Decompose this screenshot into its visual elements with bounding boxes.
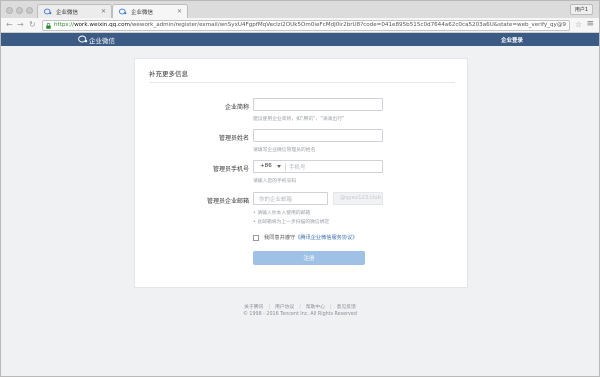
site-header: 企业微信 企业登录 (1, 33, 599, 46)
url-scheme: https:// (54, 22, 75, 28)
tab-close-icon[interactable]: ✕ (177, 8, 182, 15)
admin-name-hint: 请填写企业微信管理员的姓名 (253, 148, 316, 153)
close-window-button[interactable] (6, 7, 13, 14)
admin-name-label: 管理员姓名 (218, 135, 249, 142)
address-bar[interactable]: https://work.weixin.qq.com/wework_admin/… (42, 20, 570, 31)
email-hint-1: • 请输入你本人使用的邮箱 (253, 211, 311, 216)
admin-phone-label: 管理员手机号 (212, 166, 249, 173)
tab-wework-2[interactable]: 企业微信 ✕ (112, 4, 188, 18)
browser-window: 企业微信 ✕ 企业微信 ✕ 用户1 ← → ↻ https://work.wei… (0, 0, 600, 377)
forward-icon[interactable]: → (17, 20, 24, 29)
email-hint-2: • 此邮箱将为上一步扫描的微信绑定 (253, 220, 330, 225)
email-domain-suffix: @qyex123.club (333, 192, 383, 205)
company-name-label: 企业简称 (224, 104, 249, 111)
phone-placeholder: 手机号 (289, 165, 306, 171)
form-title: 补充更多信息 (149, 70, 188, 78)
tab-label: 企业微信 (131, 10, 154, 16)
tab-label: 企业微信 (56, 10, 79, 16)
admin-phone-hint: 请输入您的手机号码 (253, 179, 297, 184)
enterprise-login-link[interactable]: 企业登录 (501, 36, 523, 44)
bookmark-star-icon[interactable]: ☆ (575, 20, 582, 29)
wework-favicon-icon (119, 8, 127, 15)
lock-icon (46, 23, 51, 29)
email-placeholder: 你的企业邮箱 (259, 197, 293, 203)
reload-icon[interactable]: ↻ (29, 20, 36, 29)
divider (149, 82, 455, 83)
url-path: /wework_admin/register/exmail/wnSyxU4Fgp… (129, 22, 566, 28)
admin-email-label: 管理员企业邮箱 (206, 198, 249, 205)
wework-logo-icon (78, 35, 88, 43)
field-separator (285, 163, 286, 171)
brand-name: 企业微信 (89, 37, 115, 45)
agreement-checkbox[interactable] (253, 235, 259, 241)
tab-wework-1[interactable]: 企业微信 ✕ (37, 4, 112, 18)
agreement-text: 我同意并遵守《腾讯企业微信服务协议》 (264, 234, 357, 241)
company-name-input[interactable] (253, 98, 383, 111)
admin-name-input[interactable] (253, 129, 383, 142)
country-code-select[interactable]: +86 (260, 163, 272, 169)
chevron-down-icon[interactable] (277, 165, 281, 168)
tab-close-icon[interactable]: ✕ (101, 8, 106, 15)
footer-link-feedback[interactable]: 意见反馈 (337, 305, 356, 310)
register-button[interactable]: 注册 (253, 251, 365, 265)
registration-card: 补充更多信息 企业简称 建议使用企业简称，如“腾讯”、“滴滴出行” 管理员姓名 … (134, 58, 468, 288)
minimize-window-button[interactable] (16, 7, 23, 14)
footer-link-terms[interactable]: 用户协议 (275, 305, 294, 310)
footer-links: 关于腾讯 | 用户协议 | 帮助中心 | 意见反馈 (244, 305, 356, 310)
maximize-window-button[interactable] (26, 7, 33, 14)
browser-toolbar: ← → ↻ https://work.weixin.qq.com/wework_… (1, 18, 599, 33)
url-host: work.weixin.qq.com (74, 22, 130, 28)
browser-menu-icon[interactable]: ≡ (586, 19, 594, 29)
admin-phone-input[interactable]: +86 手机号 (253, 160, 383, 173)
wework-favicon-icon (44, 8, 52, 15)
footer-link-help[interactable]: 帮助中心 (306, 305, 325, 310)
back-icon[interactable]: ← (6, 20, 13, 29)
company-name-hint: 建议使用企业简称，如“腾讯”、“滴滴出行” (253, 117, 345, 122)
user-profile-button[interactable]: 用户1 (569, 4, 593, 15)
admin-email-input[interactable]: 你的企业邮箱 (253, 192, 328, 205)
brand-logo[interactable]: 企业微信 (78, 35, 115, 45)
copyright: © 1998 - 2016 Tencent Inc. All Rights Re… (243, 312, 357, 317)
tab-strip: 企业微信 ✕ 企业微信 ✕ 用户1 (1, 1, 599, 18)
agreement-prefix: 我同意并遵守 (264, 235, 296, 241)
service-agreement-link[interactable]: 《腾讯企业微信服务协议》 (295, 235, 357, 241)
footer-link-about[interactable]: 关于腾讯 (244, 305, 263, 310)
